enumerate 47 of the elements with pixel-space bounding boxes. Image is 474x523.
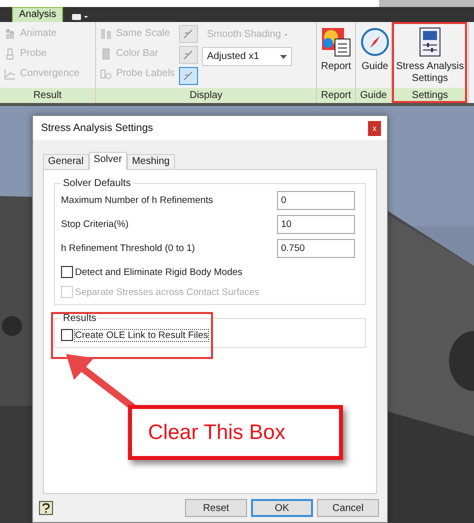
field-label: h Refinement Threshold (0 to 1) [61,243,195,254]
group-title: Results [62,313,98,324]
dropdown[interactable]: Adjusted x1 [202,47,292,66]
settings-panel-icon [419,27,441,57]
input-field[interactable]: 10 [277,215,355,234]
dialog-title: Stress Analysis Settings [41,122,154,134]
help-button[interactable] [39,501,53,515]
graph-icon [4,68,16,80]
panel-title: Display [96,88,316,103]
compass-icon [360,27,390,57]
question-icon [42,503,50,513]
checkbox[interactable]: Detect and Eliminate Rigid Body Modes [61,266,355,278]
report-icon [321,27,351,57]
quick-access-icon[interactable] [71,12,90,22]
label-icon [100,68,112,80]
ribbon-tab[interactable]: Analysis [12,7,64,22]
panel-title: Report [317,88,355,103]
scale-icon [100,28,112,40]
pen-icon [183,29,194,39]
caret-icon [280,54,287,58]
field-label: Maximum Number of h Refinements [61,195,214,206]
tool-button[interactable] [178,25,198,43]
tool-button[interactable] [178,46,198,64]
ribbon-large-button[interactable]: Guide [360,25,390,88]
close-button[interactable]: x [368,120,381,136]
tab[interactable]: General [43,154,89,170]
pen-icon [183,71,194,81]
panel-title: Result [0,88,95,103]
dialog-button[interactable]: OK [251,499,313,517]
pen-icon [183,50,194,60]
tab[interactable]: Meshing [126,154,175,170]
panel-title: Guide [356,88,391,103]
callout-text: Clear This Box [148,420,286,444]
dialog-button[interactable]: Cancel [317,499,379,517]
ribbon-large-button[interactable]: Stress Analysis Settings [396,25,464,88]
group-title: Solver Defaults [62,178,132,189]
input-field[interactable]: 0 [277,191,355,210]
probe-icon [4,48,16,60]
dialog-button[interactable]: Reset [185,499,247,517]
tab[interactable]: Solver [88,152,127,170]
figures-icon [4,28,16,40]
ribbon-large-button[interactable]: Report [321,25,352,88]
field-label: Stop Criteria(%) [61,219,129,230]
checkbox[interactable]: Create OLE Link to Result Files [61,329,355,341]
tool-button[interactable] [178,67,198,85]
color-bar-icon [100,48,112,60]
input-field[interactable]: 0.750 [277,239,355,258]
